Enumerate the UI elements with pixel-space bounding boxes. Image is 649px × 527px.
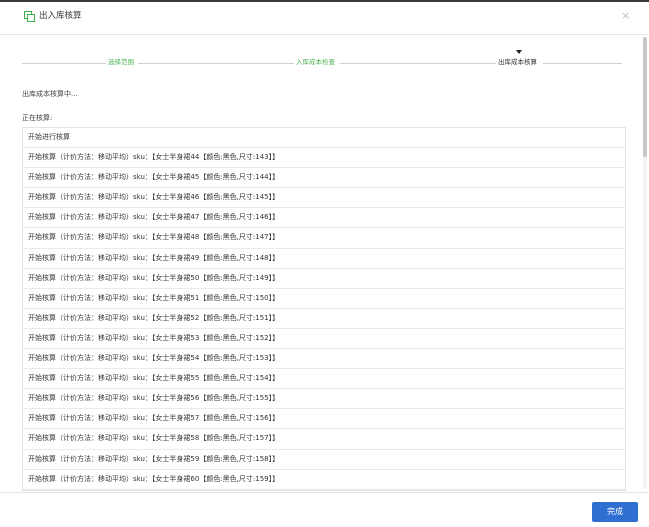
- log-row: 开始核算（计价方法：移动平均）sku：【女士半身裙46【颜色:黑色,尺寸:145…: [23, 188, 625, 209]
- step-inbound-check: 入库成本检查: [296, 58, 335, 66]
- step-connector: [138, 63, 294, 64]
- log-row: 开始核算（计价方法：移动平均）sku：【女士半身裙52【颜色:黑色,尺寸:151…: [23, 309, 625, 329]
- log-row: 开始核算（计价方法：移动平均）sku：【女士半身裙56【颜色:黑色,尺寸:155…: [23, 389, 625, 410]
- log-row: 开始核算（计价方法：移动平均）sku：【女士半身裙60【颜色:黑色,尺寸:159…: [23, 470, 625, 490]
- current-step-marker-icon: [516, 50, 522, 54]
- step-progress: 选择范围 入库成本检查 出库成本核算: [22, 50, 622, 70]
- section-label: 正在核算:: [22, 114, 53, 122]
- log-row: 开始核算（计价方法：移动平均）sku：【女士半身裙55【颜色:黑色,尺寸:154…: [23, 369, 625, 390]
- step-connector: [543, 63, 622, 64]
- step-connector: [22, 63, 106, 64]
- log-row: 开始核算（计价方法：移动平均）sku：【女士半身裙49【颜色:黑色,尺寸:148…: [23, 249, 625, 269]
- dialog-footer: 完成: [0, 492, 649, 527]
- log-row: 开始核算（计价方法：移动平均）sku：【女士半身裙57【颜色:黑色,尺寸:156…: [23, 409, 625, 430]
- status-text: 出库成本核算中...: [22, 90, 78, 98]
- log-row: 开始核算（计价方法：移动平均）sku：【女士半身裙53【颜色:黑色,尺寸:152…: [23, 329, 625, 350]
- dialog-header: 出入库核算 ×: [0, 2, 649, 35]
- step-connector: [340, 63, 496, 64]
- log-row: 开始核算（计价方法：移动平均）sku：【女士半身裙48【颜色:黑色,尺寸:147…: [23, 228, 625, 249]
- log-row: 开始进行核算: [23, 128, 625, 149]
- done-button[interactable]: 完成: [592, 502, 638, 522]
- log-row: 开始核算（计价方法：移动平均）sku：【女士半身裙51【颜色:黑色,尺寸:150…: [23, 289, 625, 309]
- log-row: 开始核算（计价方法：移动平均）sku：【女士半身裙59【颜色:黑色,尺寸:158…: [23, 450, 625, 470]
- accounting-dialog: 出入库核算 × 选择范围 入库成本检查 出库成本核算 出库成本核算中... 正在…: [0, 2, 649, 527]
- accounting-log: 开始进行核算 开始核算（计价方法：移动平均）sku：【女士半身裙44【颜色:黑色…: [22, 127, 626, 491]
- scrollbar-thumb[interactable]: [643, 37, 647, 157]
- copy-icon: [24, 11, 35, 22]
- log-row: 开始核算（计价方法：移动平均）sku：【女士半身裙50【颜色:黑色,尺寸:149…: [23, 269, 625, 289]
- step-outbound-costing: 出库成本核算: [498, 58, 537, 66]
- log-row: 开始核算（计价方法：移动平均）sku：【女士半身裙58【颜色:黑色,尺寸:157…: [23, 429, 625, 450]
- dialog-title: 出入库核算: [39, 11, 82, 21]
- log-row: 开始核算（计价方法：移动平均）sku：【女士半身裙47【颜色:黑色,尺寸:146…: [23, 208, 625, 229]
- log-row: 开始核算（计价方法：移动平均）sku：【女士半身裙54【颜色:黑色,尺寸:153…: [23, 349, 625, 370]
- log-row: 开始核算（计价方法：移动平均）sku：【女士半身裙44【颜色:黑色,尺寸:143…: [23, 148, 625, 169]
- close-icon[interactable]: ×: [621, 9, 630, 23]
- step-select-range: 选择范围: [108, 58, 134, 66]
- log-row: 开始核算（计价方法：移动平均）sku：【女士半身裙45【颜色:黑色,尺寸:144…: [23, 168, 625, 189]
- dialog-scrollbar[interactable]: [643, 37, 647, 489]
